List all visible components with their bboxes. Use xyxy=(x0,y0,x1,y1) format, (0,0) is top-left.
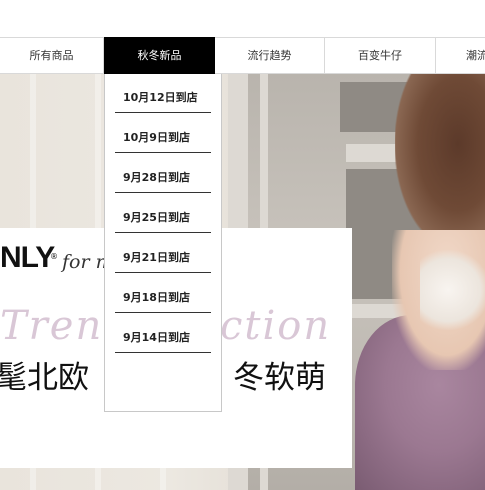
dropdown-item[interactable]: 10月12日到店 xyxy=(115,86,211,113)
headline-right: 冬软萌 xyxy=(233,360,326,396)
category-nav-bar: 所有商品 秋冬新品 流行趋势 百变牛仔 潮流 xyxy=(0,37,485,74)
script-text-right: ction xyxy=(220,303,332,349)
registered-mark: ® xyxy=(50,252,58,261)
new-arrivals-dropdown: 10月12日到店 10月9日到店 9月28日到店 9月25日到店 9月21日到店… xyxy=(104,74,222,412)
model-hair xyxy=(395,74,485,249)
dropdown-item[interactable]: 9月28日到店 xyxy=(115,166,211,193)
dropdown-item[interactable]: 9月25日到店 xyxy=(115,206,211,233)
nav-item-autumn-winter-new[interactable]: 秋冬新品 xyxy=(104,37,215,74)
dropdown-item[interactable]: 9月14日到店 xyxy=(115,326,211,353)
nav-item-fashion[interactable]: 潮流 xyxy=(436,38,485,73)
dropdown-item[interactable]: 9月21日到店 xyxy=(115,246,211,273)
brand-logo-text: NLY xyxy=(0,241,55,274)
dropdown-item[interactable]: 9月18日到店 xyxy=(115,286,211,313)
nav-item-all-products[interactable]: 所有商品 xyxy=(0,38,104,73)
nav-item-trends[interactable]: 流行趋势 xyxy=(215,38,325,73)
nav-item-denim[interactable]: 百变牛仔 xyxy=(325,38,436,73)
model-lingerie xyxy=(420,250,485,330)
dropdown-item[interactable]: 10月9日到店 xyxy=(115,126,211,153)
headline-left: 髦北欧 xyxy=(0,360,89,396)
